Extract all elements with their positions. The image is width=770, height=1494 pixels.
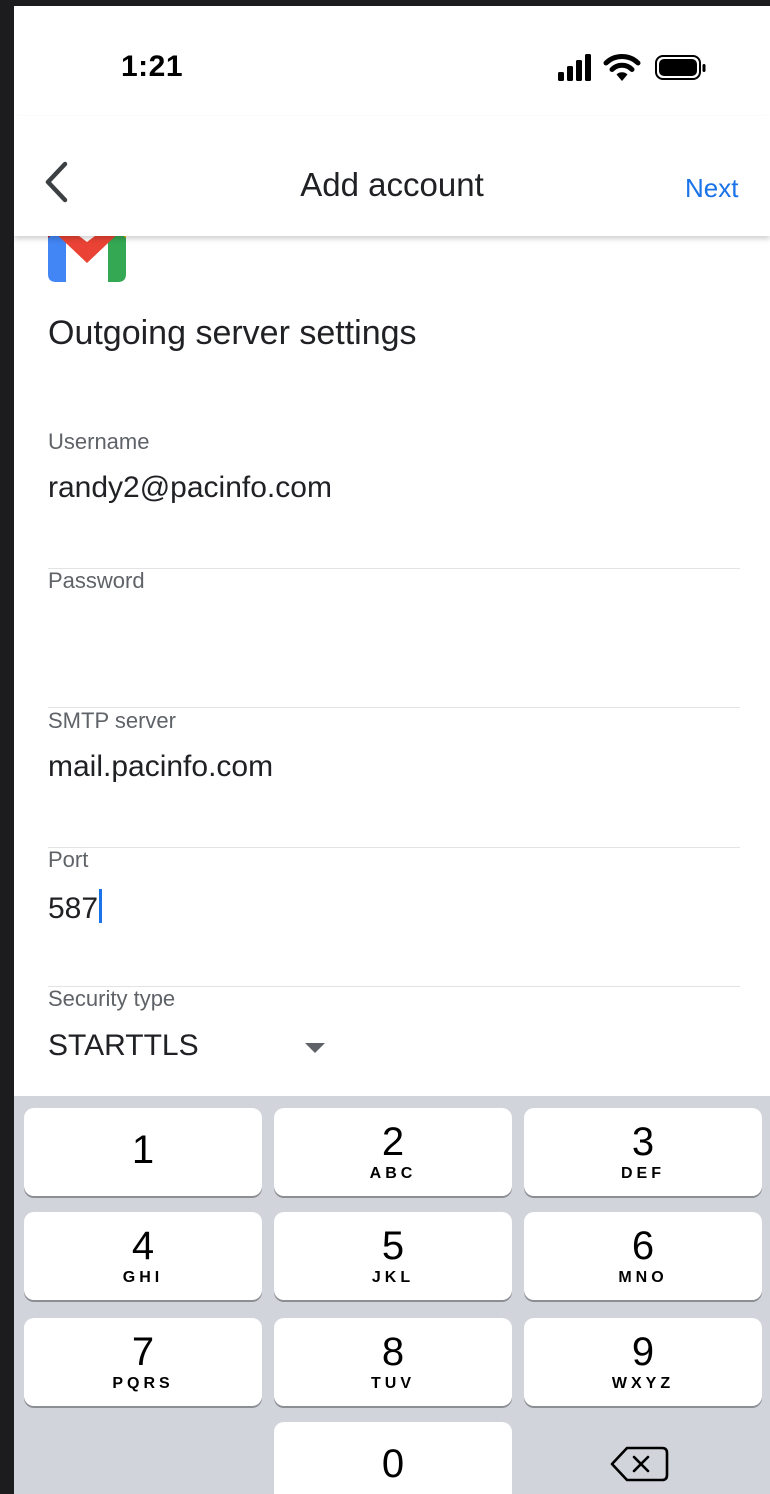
status-bar: 1:21 — [14, 6, 770, 116]
password-field[interactable]: Password — [48, 568, 740, 708]
backspace-icon — [610, 1446, 669, 1482]
key-6[interactable]: 6 MNO — [524, 1212, 762, 1300]
delete-button[interactable] — [524, 1424, 762, 1494]
status-icons — [556, 50, 716, 86]
security-type-field[interactable]: Security type STARTTLS — [48, 986, 740, 1096]
key-1[interactable]: 1 — [24, 1108, 262, 1196]
key-0[interactable]: 0 — [274, 1422, 512, 1494]
username-input[interactable]: randy2@pacinfo.com — [48, 471, 332, 505]
smtp-server-input[interactable]: mail.pacinfo.com — [48, 750, 273, 784]
key-digit: 2 — [381, 1120, 405, 1164]
settings-form: Outgoing server settings Username randy2… — [14, 236, 770, 1096]
key-letters: DEF — [621, 1165, 665, 1182]
key-letters: PQRS — [112, 1375, 174, 1392]
app-bar: Add account Next — [14, 116, 770, 236]
port-value: 587 — [48, 892, 99, 925]
security-type-label: Security type — [48, 986, 176, 1011]
username-label: Username — [48, 429, 150, 454]
key-3[interactable]: 3 DEF — [524, 1108, 762, 1196]
key-digit: 6 — [631, 1224, 655, 1268]
page-title: Add account — [300, 166, 484, 203]
key-9[interactable]: 9 WXYZ — [524, 1318, 762, 1406]
device-frame: 1:21 Add account Next Outgoing server se… — [0, 0, 770, 1494]
key-letters: JKL — [371, 1269, 415, 1286]
text-cursor — [99, 889, 103, 923]
key-2[interactable]: 2 ABC — [274, 1108, 512, 1196]
next-button[interactable]: Next — [685, 173, 738, 204]
wifi-icon — [603, 54, 641, 81]
dropdown-arrow-icon[interactable] — [304, 1042, 326, 1054]
section-title: Outgoing server settings — [48, 314, 417, 352]
key-letters: MNO — [618, 1269, 668, 1286]
key-digit: 7 — [131, 1330, 155, 1374]
key-digit: 1 — [131, 1128, 155, 1172]
gmail-logo-icon — [48, 236, 126, 282]
signal-icon — [558, 54, 591, 81]
key-7[interactable]: 7 PQRS — [24, 1318, 262, 1406]
phone-screen: 1:21 Add account Next Outgoing server se… — [14, 6, 770, 1494]
key-4[interactable]: 4 GHI — [24, 1212, 262, 1300]
key-digit: 3 — [631, 1120, 655, 1164]
key-8[interactable]: 8 TUV — [274, 1318, 512, 1406]
status-time: 1:21 — [121, 50, 184, 83]
key-letters: GHI — [122, 1269, 164, 1286]
key-digit: 5 — [381, 1224, 405, 1268]
key-digit: 4 — [131, 1224, 155, 1268]
key-digit: 9 — [631, 1330, 655, 1374]
key-digit: 8 — [381, 1330, 405, 1374]
port-input[interactable]: 587 — [48, 889, 103, 926]
port-field[interactable]: Port 587 — [48, 847, 740, 987]
key-letters: TUV — [371, 1375, 415, 1392]
key-digit: 0 — [381, 1442, 405, 1486]
key-5[interactable]: 5 JKL — [274, 1212, 512, 1300]
key-letters: WXYZ — [611, 1375, 675, 1392]
port-label: Port — [48, 847, 89, 872]
smtp-server-field[interactable]: SMTP server mail.pacinfo.com — [48, 708, 740, 848]
key-letters: ABC — [369, 1165, 417, 1182]
battery-icon — [655, 55, 706, 80]
numeric-keypad: 1 2 ABC 3 DEF 4 GHI 5 JKL 6 MNO 7 PQRS 8… — [14, 1096, 770, 1494]
password-label: Password — [48, 568, 145, 593]
security-type-select[interactable]: STARTTLS — [48, 1029, 199, 1063]
smtp-server-label: SMTP server — [48, 708, 176, 733]
username-field[interactable]: Username randy2@pacinfo.com — [48, 429, 740, 569]
